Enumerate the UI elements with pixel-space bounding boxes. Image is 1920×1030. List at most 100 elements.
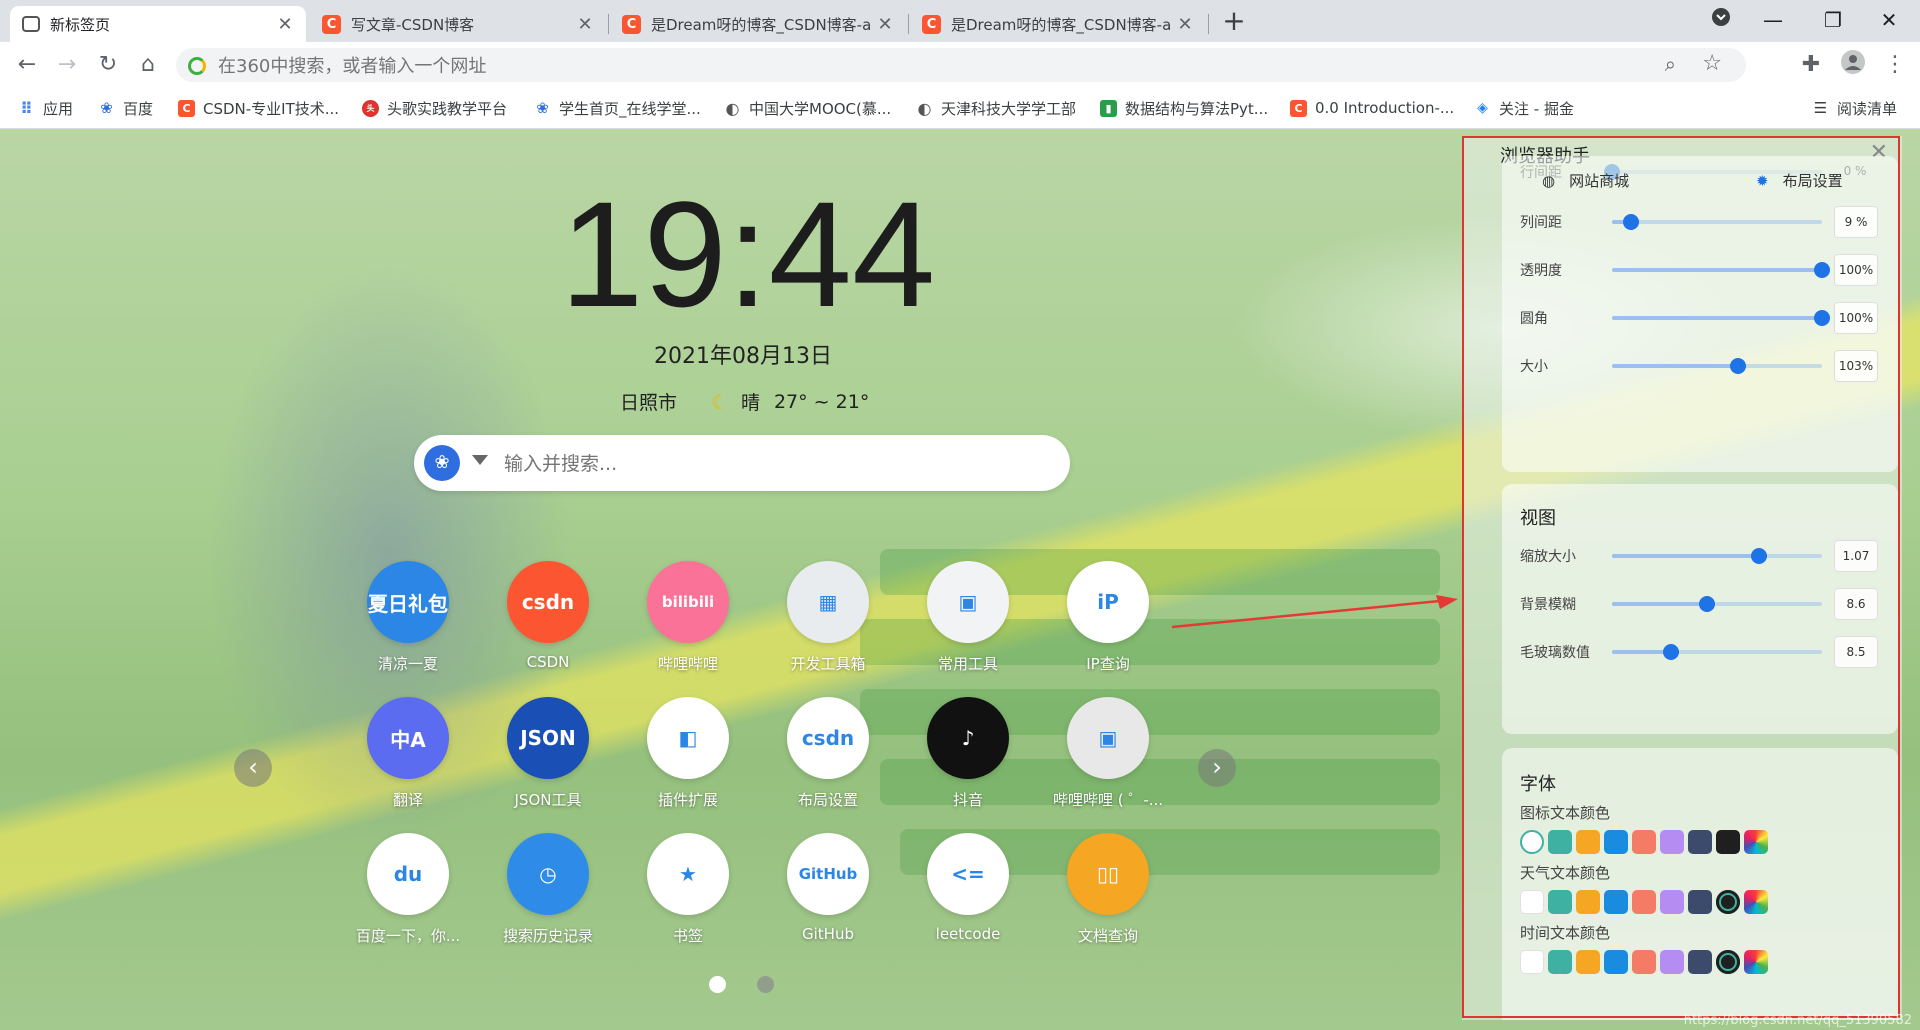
close-tab-icon[interactable]: ✕ bbox=[876, 14, 894, 35]
custom-color-swatch[interactable] bbox=[1744, 890, 1768, 914]
app-shortcut[interactable]: JSON JSON工具 bbox=[478, 697, 618, 827]
website-store-link[interactable]: ◍ 网站商城 bbox=[1542, 170, 1629, 191]
app-shortcut[interactable]: ◷ 搜索历史记录 bbox=[478, 833, 618, 963]
bookmark-item[interactable]: ❀ 学生首页_在线学堂... bbox=[534, 97, 701, 119]
bookmark-item[interactable]: ◈ 关注 - 掘金 bbox=[1474, 97, 1574, 119]
omnibox[interactable]: ⌕ ☆ bbox=[176, 48, 1746, 84]
search-input[interactable] bbox=[502, 435, 1026, 493]
forward-button[interactable]: → bbox=[52, 50, 82, 80]
new-tab-button[interactable]: + bbox=[1218, 6, 1250, 38]
bookmark-item[interactable]: ◐ 中国大学MOOC(慕... bbox=[724, 97, 892, 119]
slider-value[interactable]: 8.5 bbox=[1834, 636, 1878, 668]
color-swatch[interactable] bbox=[1632, 830, 1656, 854]
tab-search-icon[interactable] bbox=[1698, 0, 1744, 40]
color-swatch[interactable] bbox=[1576, 890, 1600, 914]
close-tab-icon[interactable]: ✕ bbox=[576, 14, 594, 35]
color-swatch[interactable] bbox=[1716, 950, 1740, 974]
app-shortcut[interactable]: ▯▯ 文档查询 bbox=[1038, 833, 1178, 963]
app-shortcut[interactable]: ◧ 插件扩展 bbox=[618, 697, 758, 827]
color-swatch[interactable] bbox=[1548, 950, 1572, 974]
slider[interactable] bbox=[1612, 262, 1830, 278]
reload-button[interactable]: ↻ bbox=[93, 50, 123, 80]
slider[interactable] bbox=[1612, 548, 1822, 564]
slider-knob[interactable] bbox=[1698, 596, 1715, 612]
page-dot-active[interactable] bbox=[709, 976, 726, 993]
slider-knob[interactable] bbox=[1622, 214, 1639, 230]
color-swatch[interactable] bbox=[1660, 890, 1684, 914]
color-swatch[interactable] bbox=[1716, 890, 1740, 914]
menu-dots-icon[interactable]: ⋮ bbox=[1880, 50, 1910, 80]
slider-value[interactable]: 103% bbox=[1834, 350, 1878, 382]
bookmark-item[interactable]: ❀ 百度 bbox=[98, 97, 153, 119]
layout-settings-link[interactable]: ✹ 布局设置 bbox=[1756, 170, 1843, 191]
color-swatch[interactable] bbox=[1604, 950, 1628, 974]
close-tab-icon[interactable]: ✕ bbox=[1176, 14, 1194, 35]
color-swatch[interactable] bbox=[1688, 830, 1712, 854]
engine-dropdown-icon[interactable] bbox=[472, 455, 488, 465]
slider-value[interactable]: 9 % bbox=[1834, 206, 1878, 238]
bookmark-item[interactable]: 头 头歌实践教学平台 bbox=[362, 97, 507, 119]
bookmark-item[interactable]: C 0.0 Introduction-... bbox=[1290, 97, 1454, 119]
color-swatch[interactable] bbox=[1632, 950, 1656, 974]
slider-knob[interactable] bbox=[1814, 310, 1830, 326]
app-shortcut[interactable]: ♪ 抖音 bbox=[898, 697, 1038, 827]
app-shortcut[interactable]: ★ 书签 bbox=[618, 833, 758, 963]
slider[interactable] bbox=[1612, 644, 1822, 660]
slider[interactable] bbox=[1612, 214, 1822, 230]
slider-knob[interactable] bbox=[1814, 262, 1830, 278]
app-shortcut[interactable]: ▦ 开发工具箱 bbox=[758, 561, 898, 691]
bookmark-item[interactable]: ▮ 数据结构与算法Pyt... bbox=[1100, 97, 1268, 119]
extensions-puzzle-icon[interactable]: ✚ bbox=[1796, 50, 1826, 80]
profile-avatar-icon[interactable] bbox=[1838, 50, 1868, 80]
app-shortcut[interactable]: <= leetcode bbox=[898, 833, 1038, 963]
color-swatch[interactable] bbox=[1520, 830, 1544, 854]
color-swatch[interactable] bbox=[1576, 830, 1600, 854]
color-swatch[interactable] bbox=[1716, 830, 1740, 854]
color-swatch[interactable] bbox=[1520, 950, 1544, 974]
slider[interactable] bbox=[1612, 310, 1830, 326]
zoom-icon[interactable]: ⌕ bbox=[1665, 52, 1676, 76]
bookmark-star-icon[interactable]: ☆ bbox=[1702, 51, 1722, 76]
slider-value[interactable]: 1.07 bbox=[1834, 540, 1878, 572]
app-shortcut[interactable]: csdn CSDN bbox=[478, 561, 618, 691]
slider-value[interactable]: 8.6 bbox=[1834, 588, 1878, 620]
color-swatch[interactable] bbox=[1604, 890, 1628, 914]
minimize-button[interactable]: — bbox=[1750, 0, 1796, 40]
tab-dream-blog-1[interactable]: C 是Dream呀的博客_CSDN博客-a ✕ bbox=[610, 6, 906, 42]
slider[interactable] bbox=[1612, 596, 1822, 612]
weather-widget[interactable]: 日照市 ☾ 晴 27° ~ 21° bbox=[620, 388, 869, 415]
tab-dream-blog-2[interactable]: C 是Dream呀的博客_CSDN博客-a ✕ bbox=[910, 6, 1206, 42]
color-swatch[interactable] bbox=[1548, 890, 1572, 914]
home-button[interactable]: ⌂ bbox=[133, 50, 163, 80]
app-shortcut[interactable]: 中A 翻译 bbox=[338, 697, 478, 827]
tab-new-tab[interactable]: 新标签页 ✕ bbox=[10, 6, 306, 42]
bookmark-item[interactable]: ⠿ 应用 bbox=[18, 97, 73, 119]
color-swatch[interactable] bbox=[1520, 890, 1544, 914]
color-swatch[interactable] bbox=[1604, 830, 1628, 854]
restore-button[interactable]: ❐ bbox=[1810, 0, 1856, 40]
tab-csdn-write[interactable]: C 写文章-CSDN博客 ✕ bbox=[310, 6, 606, 42]
bookmark-item[interactable]: C CSDN-专业IT技术... bbox=[178, 97, 339, 119]
bookmark-item[interactable]: ◐ 天津科技大学学工部 bbox=[916, 97, 1077, 119]
slider-knob[interactable] bbox=[1751, 548, 1767, 564]
app-shortcut[interactable]: iP IP查询 bbox=[1038, 561, 1178, 691]
app-shortcut[interactable]: csdn 布局设置 bbox=[758, 697, 898, 827]
app-shortcut[interactable]: ▣ 常用工具 bbox=[898, 561, 1038, 691]
app-shortcut[interactable]: du 百度一下，你... bbox=[338, 833, 478, 963]
color-swatch[interactable] bbox=[1548, 830, 1572, 854]
reading-list-button[interactable]: ☰ 阅读清单 bbox=[1812, 97, 1897, 119]
custom-color-swatch[interactable] bbox=[1744, 950, 1768, 974]
close-tab-icon[interactable]: ✕ bbox=[276, 14, 294, 35]
slider-value[interactable]: 100% bbox=[1834, 254, 1878, 286]
app-shortcut[interactable]: bilibili 哔哩哔哩 bbox=[618, 561, 758, 691]
address-input[interactable] bbox=[216, 48, 1620, 84]
slider[interactable] bbox=[1612, 358, 1822, 374]
next-page-button[interactable]: › bbox=[1198, 749, 1236, 787]
color-swatch[interactable] bbox=[1576, 950, 1600, 974]
slider-value[interactable]: 100% bbox=[1834, 302, 1878, 334]
slider-knob[interactable] bbox=[1662, 644, 1679, 660]
color-swatch[interactable] bbox=[1688, 950, 1712, 974]
back-button[interactable]: ← bbox=[12, 50, 42, 80]
slider-knob[interactable] bbox=[1730, 358, 1746, 374]
prev-page-button[interactable]: ‹ bbox=[234, 749, 272, 787]
